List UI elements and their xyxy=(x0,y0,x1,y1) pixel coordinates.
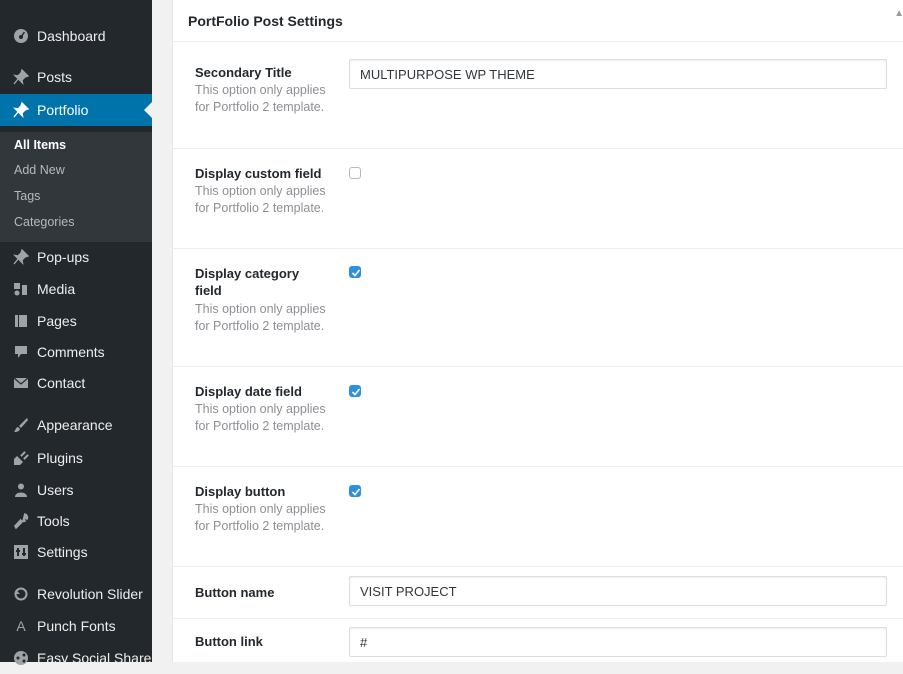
custom-field-desc: This option only applies for Portfolio 2… xyxy=(195,184,326,215)
portfolio-submenu: All Items Add New Tags Categories xyxy=(0,132,152,242)
menu-easy-social-share-label: Easy Social Share xyxy=(37,650,152,666)
submenu-add-new[interactable]: Add New xyxy=(14,163,65,177)
pin-icon xyxy=(10,249,32,265)
button-link-row: Button link xyxy=(173,619,903,662)
plug-icon xyxy=(10,450,32,466)
menu-contact[interactable]: Contact xyxy=(0,367,152,399)
secondary-title-input[interactable] xyxy=(349,59,887,89)
menu-revolution-slider[interactable]: Revolution Slider xyxy=(0,578,152,610)
menu-appearance-label: Appearance xyxy=(37,417,113,433)
refresh-icon xyxy=(10,586,32,602)
menu-settings[interactable]: Settings xyxy=(0,536,152,568)
menu-comments[interactable]: Comments xyxy=(0,336,152,368)
custom-field-row: Display custom field This option only ap… xyxy=(173,149,903,249)
admin-sidebar: Dashboard Posts Portfolio All Items Add … xyxy=(0,0,152,666)
menu-popups[interactable]: Pop-ups xyxy=(0,241,152,273)
button-link-input[interactable] xyxy=(349,627,887,657)
date-field-label: Display date field xyxy=(195,384,302,399)
button-name-input[interactable] xyxy=(349,576,887,606)
pin-icon xyxy=(10,102,32,118)
menu-punch-fonts[interactable]: A Punch Fonts xyxy=(0,610,152,642)
submenu-tags[interactable]: Tags xyxy=(14,189,40,203)
display-button-row: Display button This option only applies … xyxy=(173,467,903,567)
panel-title: PortFolio Post Settings xyxy=(188,13,343,29)
menu-media[interactable]: Media xyxy=(0,273,152,305)
menu-punch-fonts-label: Punch Fonts xyxy=(37,618,116,634)
menu-media-label: Media xyxy=(37,281,76,297)
menu-revolution-slider-label: Revolution Slider xyxy=(37,586,143,602)
secondary-title-desc: This option only applies for Portfolio 2… xyxy=(195,83,326,114)
category-field-checkbox[interactable] xyxy=(349,266,361,278)
menu-comments-label: Comments xyxy=(37,344,105,360)
menu-posts-label: Posts xyxy=(37,69,73,85)
menu-appearance[interactable]: Appearance xyxy=(0,409,152,441)
display-button-checkbox[interactable] xyxy=(349,485,361,497)
wrench-icon xyxy=(10,513,32,529)
menu-plugins-label: Plugins xyxy=(37,450,83,466)
brush-icon xyxy=(10,417,32,433)
menu-pages[interactable]: Pages xyxy=(0,305,152,337)
date-field-desc: This option only applies for Portfolio 2… xyxy=(195,402,326,433)
menu-portfolio[interactable]: Portfolio xyxy=(0,94,152,126)
menu-portfolio-label: Portfolio xyxy=(37,102,89,118)
menu-pages-label: Pages xyxy=(37,313,77,329)
portfolio-settings-panel: PortFolio Post Settings ▲ Secondary Titl… xyxy=(172,0,903,662)
comment-icon xyxy=(10,344,32,360)
pages-icon xyxy=(10,313,32,329)
menu-easy-social-share[interactable]: Easy Social Share xyxy=(0,642,152,674)
collapse-arrow-icon[interactable]: ▲ xyxy=(894,8,903,19)
mail-icon xyxy=(10,375,32,391)
user-icon xyxy=(10,482,32,498)
display-button-label: Display button xyxy=(195,484,286,499)
menu-plugins[interactable]: Plugins xyxy=(0,442,152,474)
date-field-checkbox[interactable] xyxy=(349,385,361,397)
menu-users-label: Users xyxy=(37,482,74,498)
font-icon: A xyxy=(16,618,26,634)
menu-dashboard[interactable]: Dashboard xyxy=(0,20,152,52)
submenu-categories[interactable]: Categories xyxy=(14,215,74,229)
button-name-label: Button name xyxy=(195,585,275,600)
menu-popups-label: Pop-ups xyxy=(37,249,90,265)
category-field-row: Display category field This option only … xyxy=(173,249,903,367)
category-field-label: Display category field xyxy=(195,266,300,298)
media-icon xyxy=(10,281,32,297)
category-field-desc: This option only applies for Portfolio 2… xyxy=(195,302,326,333)
menu-settings-label: Settings xyxy=(37,544,88,560)
button-name-row: Button name xyxy=(173,567,903,619)
share-icon xyxy=(10,650,32,666)
menu-posts[interactable]: Posts xyxy=(0,61,152,93)
menu-contact-label: Contact xyxy=(37,375,86,391)
date-field-row: Display date field This option only appl… xyxy=(173,367,903,467)
custom-field-checkbox[interactable] xyxy=(349,167,361,179)
secondary-title-row: Secondary Title This option only applies… xyxy=(173,42,903,149)
custom-field-label: Display custom field xyxy=(195,166,322,181)
settings-icon xyxy=(10,544,32,560)
dashboard-icon xyxy=(10,28,32,44)
menu-tools[interactable]: Tools xyxy=(0,505,152,537)
pin-icon xyxy=(10,69,32,85)
submenu-all-items[interactable]: All Items xyxy=(14,138,66,152)
menu-users[interactable]: Users xyxy=(0,474,152,506)
panel-header[interactable]: PortFolio Post Settings ▲ xyxy=(173,0,903,42)
secondary-title-label: Secondary Title xyxy=(195,65,292,80)
display-button-desc: This option only applies for Portfolio 2… xyxy=(195,502,326,533)
menu-dashboard-label: Dashboard xyxy=(37,28,106,44)
button-link-label: Button link xyxy=(195,634,263,649)
menu-tools-label: Tools xyxy=(37,513,70,529)
